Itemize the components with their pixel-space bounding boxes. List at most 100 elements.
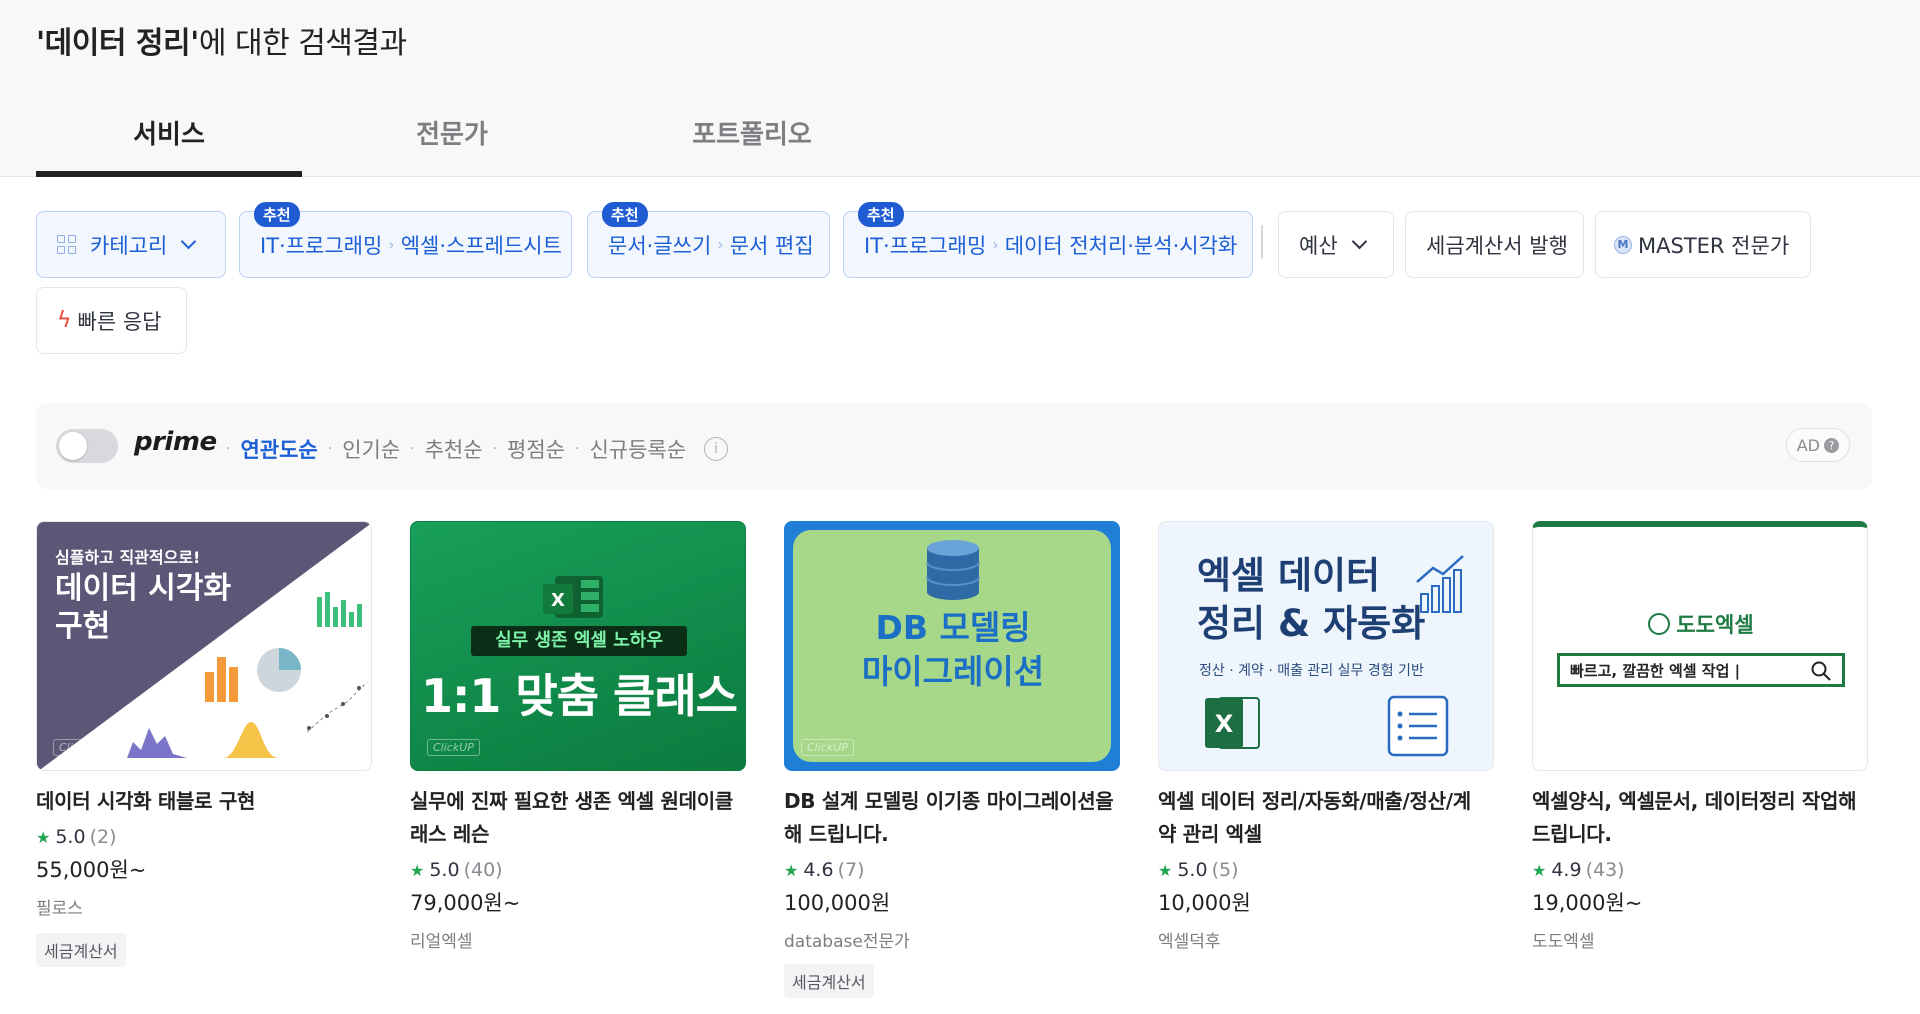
tab-experts[interactable]: 전문가	[302, 108, 602, 177]
thumb-headline: DB 모델링 마이그레이션	[785, 606, 1119, 694]
service-rating: ★ 4.9 (43)	[1532, 859, 1868, 881]
service-thumbnail[interactable]: 심플하고 직관적으로! 데이터 시각화 구현 ClickUP	[36, 521, 372, 771]
star-icon: ★	[36, 827, 51, 847]
sort-newest[interactable]: 신규등록순	[589, 434, 686, 464]
master-badge-icon: M	[1614, 235, 1632, 254]
service-rating: ★ 5.0 (2)	[36, 826, 372, 848]
service-title[interactable]: DB 설계 모델링 이기종 마이그레이션을 해 드립니다.	[784, 785, 1120, 851]
info-icon[interactable]: i	[704, 437, 729, 461]
svg-text:X: X	[551, 590, 565, 611]
tax-invoice-filter-button[interactable]: 세금계산서 발행	[1405, 211, 1584, 278]
service-title-line1: 엑셀양식, 엑셀문서, 데이터정리 작업해	[1532, 789, 1857, 813]
service-card[interactable]: 엑셀 데이터 정리 & 자동화 정산 · 계약 · 매출 관리 실무 경험 기반…	[1158, 521, 1494, 952]
service-rating: ★ 4.6 (7)	[784, 859, 1120, 881]
sort-recommended[interactable]: 추천순	[425, 434, 483, 464]
seller-name: database전문가	[784, 932, 910, 952]
rating-value: 5.0	[1177, 859, 1208, 881]
service-thumbnail[interactable]: DB 모델링 마이그레이션 ClickUP	[784, 521, 1120, 771]
recommended-filter-excel[interactable]: 추천 IT·프로그래밍 › 엑셀·스프레드시트	[239, 202, 572, 278]
review-count: (40)	[463, 859, 503, 881]
chevron-right-icon: ›	[388, 235, 395, 254]
service-card[interactable]: DB 모델링 마이그레이션 ClickUP DB 설계 모델링 이기종 마이그레…	[784, 521, 1120, 998]
sort-popular[interactable]: 인기순	[342, 434, 400, 464]
seller-name: 필로스	[36, 899, 83, 919]
service-title[interactable]: 엑셀양식, 엑셀문서, 데이터정리 작업해 드립니다.	[1532, 785, 1868, 851]
thumb-subtitle: 심플하고 직관적으로!	[55, 548, 201, 567]
separator-dot: ·	[327, 441, 333, 457]
tab-portfolio[interactable]: 포트폴리오	[602, 108, 902, 177]
svg-text:X: X	[1215, 710, 1234, 738]
service-price: 19,000원~	[1532, 891, 1643, 915]
chevron-down-icon	[181, 233, 197, 250]
rating-value: 4.6	[803, 859, 834, 881]
excel-chart-icon: X	[1205, 555, 1464, 757]
thumb-banner: 실무 생존 엑셀 노하우	[471, 626, 687, 656]
filter-parent-label: IT·프로그래밍	[864, 233, 987, 258]
thumb-search-box: 빠르고, 깔끔한 엑셀 작업 |	[1557, 653, 1845, 687]
review-count: (5)	[1211, 859, 1239, 881]
service-title-line2: 약 관리 엑셀	[1158, 822, 1262, 846]
service-title[interactable]: 실무에 진짜 필요한 생존 엑셀 원데이클 래스 레슨	[410, 785, 746, 851]
seller-name: 도도엑셀	[1532, 932, 1595, 952]
ad-badge[interactable]: AD ?	[1785, 428, 1850, 462]
review-count: (7)	[837, 859, 865, 881]
star-icon: ★	[1532, 860, 1547, 880]
tab-services[interactable]: 서비스	[36, 108, 302, 177]
master-label: MASTER 전문가	[1638, 233, 1790, 258]
service-title-line2: 드립니다.	[1532, 822, 1612, 846]
recommended-filter-data[interactable]: 추천 IT·프로그래밍 › 데이터 전처리·분석·시각화	[843, 202, 1253, 278]
service-price: 79,000원~	[410, 891, 521, 915]
seller-name: 엑셀덕후	[1158, 932, 1221, 952]
separator-dot: ·	[492, 441, 498, 457]
sort-rating[interactable]: 평점순	[507, 434, 565, 464]
category-filter-button[interactable]: 카테고리	[36, 211, 226, 278]
rating-value: 5.0	[55, 826, 86, 848]
filter-divider	[1261, 225, 1263, 259]
tax-invoice-tag: 세금계산서	[784, 964, 874, 998]
service-card[interactable]: X 실무 생존 엑셀 노하우 1:1 맞춤 클래스 ClickUP 실무에 진짜…	[410, 521, 746, 952]
brand-logo: 도도엑셀	[1533, 609, 1867, 639]
service-price: 55,000원~	[36, 858, 147, 882]
sort-relevance[interactable]: 연관도순	[240, 434, 317, 464]
master-filter-button[interactable]: M MASTER 전문가	[1595, 211, 1811, 278]
service-card[interactable]: 도도엑셀 빠르고, 깔끔한 엑셀 작업 | 엑셀양식, 엑셀문서, 데이터정리 …	[1532, 521, 1868, 952]
prime-toggle[interactable]	[56, 429, 118, 463]
star-icon: ★	[784, 860, 799, 880]
recommend-badge: 추천	[858, 202, 904, 227]
rating-value: 4.9	[1551, 859, 1582, 881]
brand-logo-text: 도도엑셀	[1676, 613, 1754, 637]
lightning-icon: ϟ	[57, 308, 72, 333]
service-title[interactable]: 엑셀 데이터 정리/자동화/매출/정산/계 약 관리 엑셀	[1158, 785, 1494, 851]
service-title[interactable]: 데이터 시각화 태블로 구현	[36, 785, 372, 818]
service-card[interactable]: 심플하고 직관적으로! 데이터 시각화 구현 ClickUP 데이터 시각화 태…	[36, 521, 372, 967]
seller-name: 리얼엑셀	[410, 932, 473, 952]
filter-parent-label: 문서·글쓰기	[608, 233, 712, 258]
service-title-line1: 실무에 진짜 필요한 생존 엑셀 원데이클	[410, 789, 733, 813]
thumb-headline-line2: 마이그레이션	[861, 652, 1045, 691]
thumb-search-text: 빠르고, 깔끔한 엑셀 작업 |	[1570, 661, 1741, 680]
separator-dot: ·	[226, 441, 231, 457]
sort-options: · 연관도순 · 인기순 · 추천순 · 평점순 · 신규등록순 i	[216, 434, 729, 464]
filter-child-label: 데이터 전처리·분석·시각화	[1004, 233, 1238, 258]
title-suffix: 에 대한 검색결과	[198, 26, 407, 61]
filter-child-label: 엑셀·스프레드시트	[400, 233, 562, 258]
service-thumbnail[interactable]: 엑셀 데이터 정리 & 자동화 정산 · 계약 · 매출 관리 실무 경험 기반…	[1158, 521, 1494, 771]
budget-filter-button[interactable]: 예산	[1278, 211, 1394, 278]
brand-watermark: ClickUP	[53, 739, 106, 756]
chevron-right-icon: ›	[992, 235, 999, 254]
result-tabs: 서비스 전문가 포트폴리오	[36, 108, 902, 177]
review-count: (43)	[1585, 859, 1625, 881]
service-thumbnail[interactable]: X 실무 생존 엑셀 노하우 1:1 맞춤 클래스 ClickUP	[410, 521, 746, 771]
tax-invoice-tag: 세금계산서	[36, 933, 126, 967]
brand-watermark: ClickUP	[427, 739, 480, 756]
recommended-filter-document[interactable]: 추천 문서·글쓰기 › 문서 편집	[587, 202, 830, 278]
service-price: 10,000원	[1158, 891, 1251, 915]
filter-parent-label: IT·프로그래밍	[260, 233, 383, 258]
star-icon: ★	[410, 860, 425, 880]
service-thumbnail[interactable]: 도도엑셀 빠르고, 깔끔한 엑셀 작업 |	[1532, 521, 1868, 771]
thumb-headline-line2: 구현	[55, 609, 111, 644]
fast-response-filter-button[interactable]: ϟ 빠른 응답	[36, 287, 187, 354]
review-count: (2)	[89, 826, 117, 848]
smile-icon	[1648, 613, 1671, 635]
chevron-right-icon: ›	[717, 235, 724, 254]
